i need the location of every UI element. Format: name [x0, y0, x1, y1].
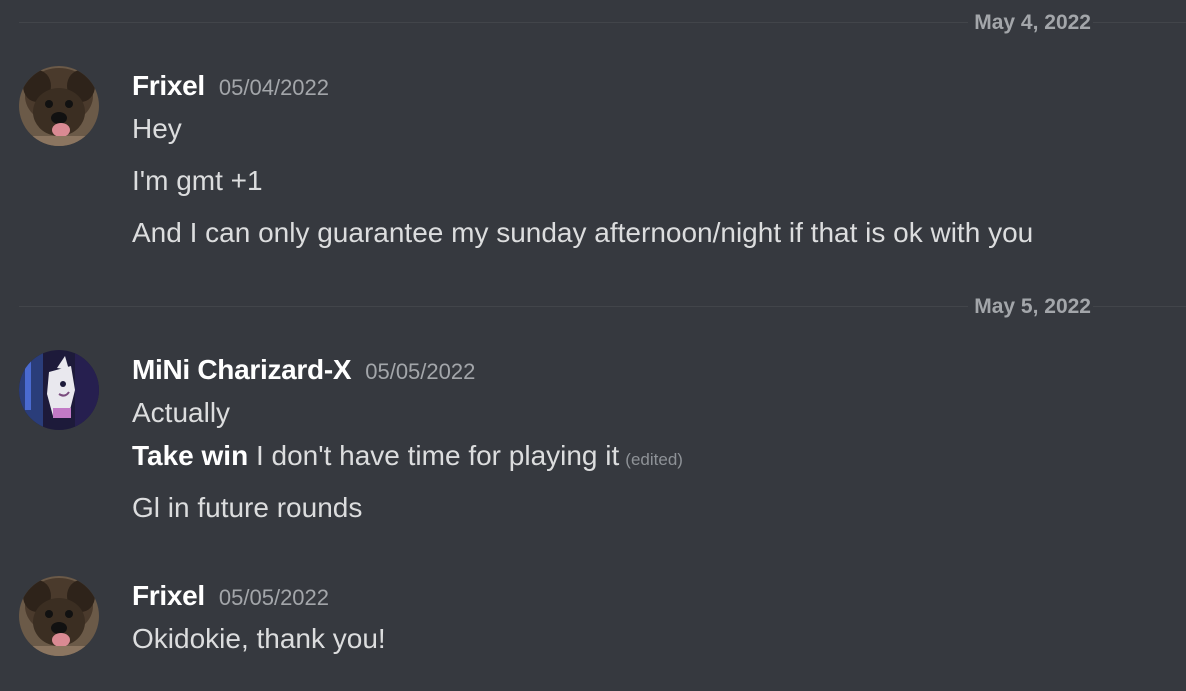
username[interactable]: MiNi Charizard-X — [132, 354, 352, 385]
timestamp[interactable]: 05/04/2022 — [219, 75, 329, 100]
timestamp[interactable]: 05/05/2022 — [365, 359, 475, 384]
message-text: Actually — [132, 397, 231, 428]
message-header: MiNi Charizard-X 05/05/2022 — [132, 350, 475, 390]
message-text: Gl in future rounds — [132, 492, 363, 523]
message-text: Take win I don't have time for playing i… — [132, 438, 683, 478]
message-header: Frixel 05/05/2022 — [132, 576, 329, 616]
chat-messages[interactable]: May 4, 2022 Frixel 05/04/2022 Hey I'm gmt… — [0, 0, 1186, 691]
divider-date: May 5, 2022 — [968, 296, 1093, 317]
date-divider: May 5, 2022 — [19, 296, 1186, 317]
message-text: I'm gmt +1 — [132, 165, 263, 196]
username[interactable]: Frixel — [132, 580, 205, 611]
divider-date: May 4, 2022 — [968, 12, 1093, 33]
message-text: And I can only guarantee my sunday after… — [132, 217, 1034, 248]
message-text: Okidokie, thank you! — [132, 623, 386, 654]
date-divider: May 4, 2022 — [19, 12, 1186, 33]
bold-text: Take win — [132, 440, 249, 471]
message-text-rest: I don't have time for playing it — [248, 440, 620, 471]
dog-avatar[interactable] — [19, 576, 99, 656]
ghost-pokemon-avatar[interactable] — [19, 350, 99, 430]
edited-label: (edited) — [625, 450, 683, 469]
dog-avatar[interactable] — [19, 66, 99, 146]
timestamp[interactable]: 05/05/2022 — [219, 585, 329, 610]
message-text: Hey — [132, 113, 182, 144]
username[interactable]: Frixel — [132, 70, 205, 101]
message-header: Frixel 05/04/2022 — [132, 66, 329, 106]
